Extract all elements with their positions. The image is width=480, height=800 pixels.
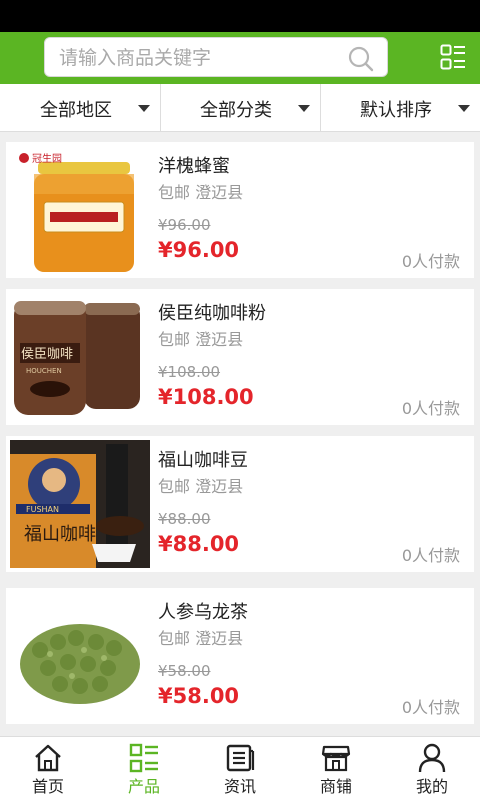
product-price: ¥96.00 xyxy=(158,238,240,262)
bottom-tab-bar: 首页 产品 资讯 商铺 我的 xyxy=(0,736,480,800)
filter-region[interactable]: 全部地区 xyxy=(0,84,160,132)
tab-home[interactable]: 首页 xyxy=(0,737,96,800)
product-location: 澄迈县 xyxy=(195,629,244,648)
bean-bag-label: 福山咖啡 xyxy=(24,524,96,545)
product-card[interactable]: 侯臣咖啡 HOUCHEN 侯臣纯咖啡粉 包邮 澄迈县 ¥108.00 ¥108.… xyxy=(6,289,474,425)
top-header xyxy=(0,32,480,84)
tab-products-label: 产品 xyxy=(127,777,160,796)
product-old-price: ¥58.00 xyxy=(158,662,211,680)
filter-sort[interactable]: 默认排序 xyxy=(320,84,480,132)
status-bar xyxy=(0,0,480,32)
tab-news-label: 资讯 xyxy=(223,777,256,796)
product-list-icon xyxy=(129,743,158,773)
news-icon xyxy=(226,744,255,772)
home-icon xyxy=(35,744,61,772)
product-sold-count: 0人付款 xyxy=(401,399,460,418)
honey-brand-text: 冠生园 xyxy=(32,152,62,165)
chevron-down-icon xyxy=(458,105,470,112)
tab-profile-label: 我的 xyxy=(415,777,448,796)
product-price: ¥58.00 xyxy=(158,684,240,708)
filter-sort-label: 默认排序 xyxy=(360,100,432,121)
tab-home-label: 首页 xyxy=(31,777,64,796)
product-meta: 包邮 澄迈县 xyxy=(158,326,243,350)
tab-store[interactable]: 商铺 xyxy=(288,737,384,800)
product-price: ¥108.00 xyxy=(158,385,254,409)
tab-news[interactable]: 资讯 xyxy=(192,737,288,800)
product-image-oolong-tea xyxy=(10,592,150,720)
user-icon xyxy=(418,743,446,773)
product-old-price: ¥96.00 xyxy=(158,216,211,234)
search-box[interactable] xyxy=(44,37,388,77)
product-name[interactable]: 洋槐蜂蜜 xyxy=(158,152,230,178)
filter-category-label: 全部分类 xyxy=(200,100,272,121)
product-meta: 包邮 澄迈县 xyxy=(158,625,243,649)
product-location: 澄迈县 xyxy=(195,183,244,202)
product-card[interactable]: FUSHAN 福山咖啡 福山咖啡豆 包邮 澄迈县 ¥88.00 ¥88.00 0… xyxy=(6,436,474,572)
product-shipping: 包邮 xyxy=(158,477,191,496)
tab-profile[interactable]: 我的 xyxy=(384,737,480,800)
tab-products[interactable]: 产品 xyxy=(96,737,192,800)
product-location: 澄迈县 xyxy=(195,330,244,349)
product-meta: 包邮 澄迈县 xyxy=(158,473,243,497)
product-name[interactable]: 侯臣纯咖啡粉 xyxy=(158,299,266,325)
list-menu-icon[interactable] xyxy=(440,44,466,70)
filter-region-label: 全部地区 xyxy=(40,100,112,121)
product-price: ¥88.00 xyxy=(158,532,240,556)
tab-store-label: 商铺 xyxy=(319,777,352,796)
search-input[interactable] xyxy=(59,46,339,70)
product-shipping: 包邮 xyxy=(158,183,191,202)
search-icon[interactable] xyxy=(347,45,375,73)
oolong-tea-image xyxy=(10,592,150,720)
coffee-tin-label: 侯臣咖啡 xyxy=(21,347,73,362)
product-card[interactable]: 冠生园 洋槐蜂蜜 包邮 澄迈县 ¥96.00 ¥96.00 0人付款 xyxy=(6,142,474,278)
product-image-coffee-powder: 侯臣咖啡 HOUCHEN xyxy=(10,293,150,421)
product-shipping: 包邮 xyxy=(158,629,191,648)
coffee-bean-bag-image: FUSHAN 福山咖啡 xyxy=(10,440,150,568)
product-old-price: ¥88.00 xyxy=(158,510,211,528)
bean-bag-brand: FUSHAN xyxy=(26,505,59,514)
product-sold-count: 0人付款 xyxy=(401,252,460,271)
product-old-price: ¥108.00 xyxy=(158,363,221,381)
chevron-down-icon xyxy=(138,105,150,112)
product-image-coffee-beans: FUSHAN 福山咖啡 xyxy=(10,440,150,568)
filter-category[interactable]: 全部分类 xyxy=(160,84,320,132)
coffee-tins-image: 侯臣咖啡 HOUCHEN xyxy=(10,293,150,421)
honey-jar-image: 冠生园 xyxy=(10,146,150,274)
product-sold-count: 0人付款 xyxy=(401,698,460,717)
product-meta: 包邮 澄迈县 xyxy=(158,179,243,203)
product-sold-count: 0人付款 xyxy=(401,546,460,565)
product-name[interactable]: 福山咖啡豆 xyxy=(158,446,248,472)
product-shipping: 包邮 xyxy=(158,330,191,349)
store-icon xyxy=(321,745,351,772)
product-card[interactable]: 人参乌龙茶 包邮 澄迈县 ¥58.00 ¥58.00 0人付款 xyxy=(6,588,474,724)
filter-bar: 全部地区 全部分类 默认排序 xyxy=(0,84,480,132)
product-name[interactable]: 人参乌龙茶 xyxy=(158,598,248,624)
coffee-tin-sub: HOUCHEN xyxy=(26,367,62,375)
chevron-down-icon xyxy=(298,105,310,112)
product-location: 澄迈县 xyxy=(195,477,244,496)
product-image-honey: 冠生园 xyxy=(10,146,150,274)
